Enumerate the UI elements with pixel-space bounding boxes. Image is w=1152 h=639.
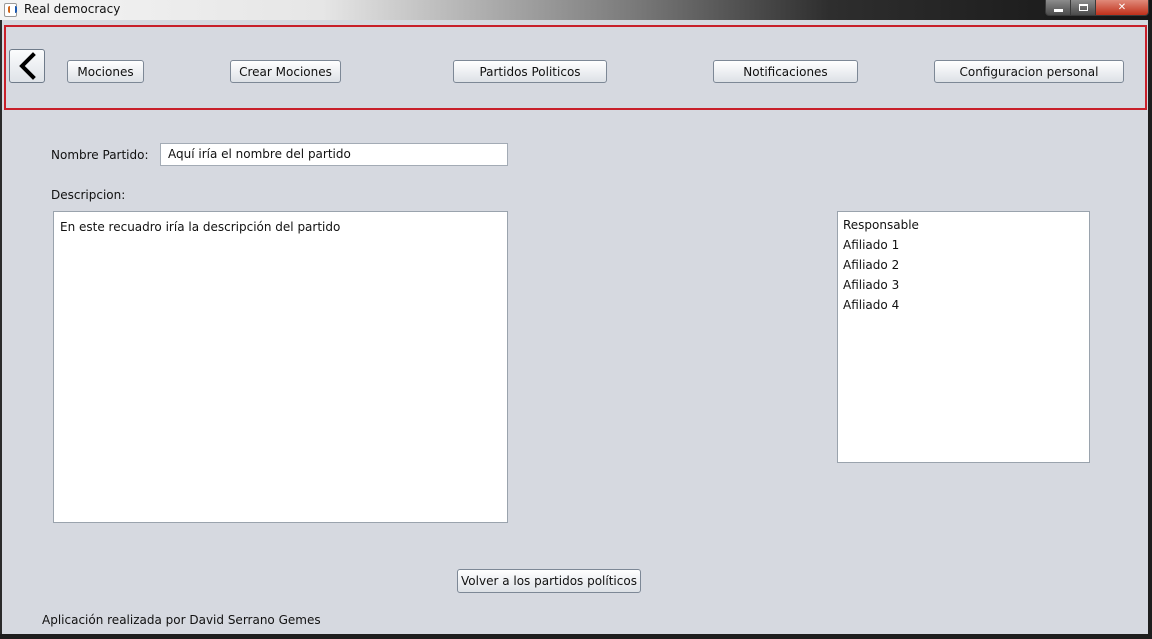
party-name-label: Nombre Partido: bbox=[51, 148, 149, 162]
back-button[interactable] bbox=[9, 49, 45, 83]
window-title-bar[interactable]: Real democracy ✕ bbox=[0, 0, 1152, 20]
list-item[interactable]: Afiliado 1 bbox=[843, 235, 1084, 255]
minimize-icon bbox=[1053, 8, 1063, 12]
nav-crear-mociones-button[interactable]: Crear Mociones bbox=[230, 60, 341, 83]
java-app-icon bbox=[4, 3, 17, 17]
list-item[interactable]: Afiliado 3 bbox=[843, 275, 1084, 295]
window-frame-right bbox=[1148, 20, 1152, 639]
description-label: Descripcion: bbox=[51, 188, 126, 202]
close-icon: ✕ bbox=[1117, 2, 1127, 13]
window-frame-left bbox=[0, 20, 2, 639]
maximize-icon bbox=[1078, 4, 1088, 11]
party-name-input[interactable]: Aquí iría el nombre del partido bbox=[160, 143, 508, 166]
nav-configuracion-personal-button[interactable]: Configuracion personal bbox=[934, 60, 1124, 83]
window-frame-bottom bbox=[0, 634, 1152, 639]
window-controls: ✕ bbox=[1045, 0, 1149, 16]
list-item[interactable]: Afiliado 2 bbox=[843, 255, 1084, 275]
list-item[interactable]: Afiliado 4 bbox=[843, 295, 1084, 315]
description-textarea[interactable]: En este recuadro iría la descripción del… bbox=[53, 211, 508, 523]
back-to-parties-button[interactable]: Volver a los partidos políticos bbox=[457, 569, 641, 593]
nav-notificaciones-button[interactable]: Notificaciones bbox=[713, 60, 858, 83]
chevron-left-icon bbox=[19, 52, 36, 80]
members-list[interactable]: Responsable Afiliado 1 Afiliado 2 Afilia… bbox=[837, 211, 1090, 463]
footer-credits: Aplicación realizada por David Serrano G… bbox=[42, 613, 321, 627]
list-item[interactable]: Responsable bbox=[843, 215, 1084, 235]
minimize-button[interactable] bbox=[1045, 0, 1071, 16]
maximize-button[interactable] bbox=[1071, 0, 1096, 16]
nav-partidos-politicos-button[interactable]: Partidos Politicos bbox=[453, 60, 607, 83]
nav-mociones-button[interactable]: Mociones bbox=[67, 60, 144, 83]
window-title: Real democracy bbox=[24, 2, 121, 16]
close-button[interactable]: ✕ bbox=[1096, 0, 1149, 16]
